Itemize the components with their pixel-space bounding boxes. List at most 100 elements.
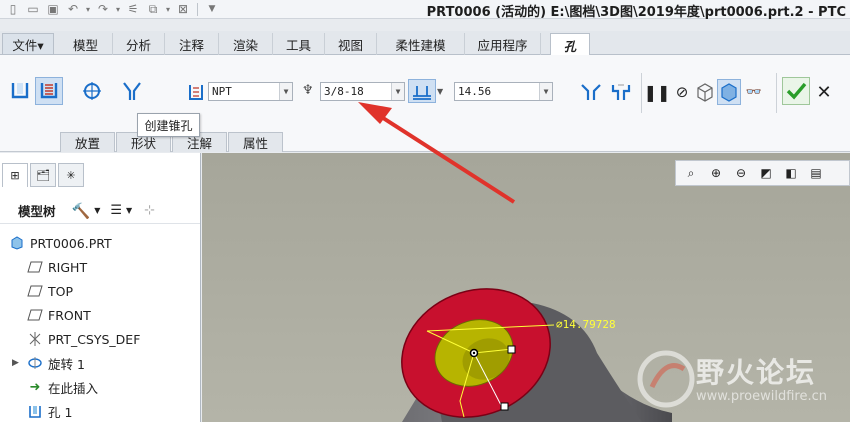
tree-item-label: FRONT (48, 307, 91, 323)
chevron-down-icon[interactable]: ▼ (94, 206, 100, 215)
tree-item-label: PRT0006.PRT (30, 235, 112, 251)
expand-arrow-icon[interactable]: ▶ (12, 358, 19, 368)
glasses-preview-button[interactable]: 👓 (742, 79, 766, 105)
windows-dropdown-icon[interactable]: ▾ (164, 1, 172, 17)
zoom-out-icon[interactable]: ⊖ (730, 162, 752, 184)
cancel-button[interactable]: ✕ (813, 79, 835, 105)
standard-hole-button[interactable] (35, 77, 63, 105)
tree-item-insert-here[interactable]: ➜ 在此插入 (0, 375, 200, 399)
simple-hole-button[interactable] (6, 77, 34, 105)
graphics-toolbar: ⌕ ⊕ ⊖ ◩ ◧ ▤ (675, 160, 850, 186)
tapered-hole-button[interactable] (118, 77, 146, 105)
datum-plane-icon (26, 259, 44, 275)
tree-item-top[interactable]: TOP (0, 279, 200, 303)
diameter-drag-handle[interactable] (507, 345, 516, 354)
counterbore-button[interactable] (608, 79, 634, 105)
tree-item-csys[interactable]: PRT_CSYS_DEF (0, 327, 200, 351)
verify-preview-button[interactable] (717, 79, 741, 105)
tab-model[interactable]: 模型 (59, 33, 113, 55)
countersink-icon (581, 84, 601, 100)
graphics-viewport[interactable]: ⌀14.79728 ⌕ ⊕ ⊖ ◩ ◧ ▤ 野火论坛 www.proewildf… (202, 153, 850, 422)
undo-icon[interactable]: ↶ (64, 1, 82, 17)
tree-item-revolve[interactable]: ▶ 旋转 1 (0, 351, 200, 375)
tree-icon: ⊞ (10, 169, 20, 182)
depth-value-input[interactable]: 14.56 ▼ (454, 82, 553, 101)
open-file-icon[interactable]: ▭ (24, 1, 42, 17)
subtab-placement[interactable]: 放置 (60, 132, 116, 152)
tree-item-label: PRT_CSYS_DEF (48, 331, 141, 347)
favorites-icon: ✳ (66, 168, 76, 182)
watermark-logo-icon (637, 350, 695, 408)
csys-icon (26, 331, 44, 347)
window-title: PRT0006 (活动的) E:\图档\3D图\2019年度\prt0006.p… (426, 5, 846, 20)
subtab-properties[interactable]: 属性 (228, 132, 284, 152)
depth-drag-handle[interactable] (500, 402, 509, 411)
tab-view[interactable]: 视图 (325, 33, 377, 55)
close-icon: ✕ (816, 81, 832, 103)
model-tree: PRT0006.PRT RIGHT TOP FRONT PRT_CSYS_DEF… (0, 231, 200, 422)
tree-item-part[interactable]: PRT0006.PRT (0, 231, 200, 255)
undo-dropdown-icon[interactable]: ▾ (84, 1, 92, 17)
redo-icon[interactable]: ↷ (94, 1, 112, 17)
confirm-button[interactable] (782, 77, 810, 105)
saved-orientations-icon[interactable]: ▤ (805, 162, 827, 184)
display-style-icon[interactable]: ◧ (780, 162, 802, 184)
regenerate-icon[interactable]: ⚟ (124, 1, 142, 17)
watermark: 野火论坛 www.proewildfire.cn (632, 347, 842, 417)
screw-size-value: 3/8-18 (324, 85, 364, 98)
close-window-icon[interactable]: ⊠ (174, 1, 192, 17)
tree-item-label: 孔 1 (48, 404, 73, 420)
ribbon-separator (641, 73, 642, 113)
depth-option-button[interactable] (408, 79, 436, 103)
refit-icon[interactable]: ⌕ (680, 162, 702, 184)
datum-plane-icon (26, 283, 44, 299)
preview-button[interactable] (694, 79, 716, 105)
standard-hole-icon (40, 83, 58, 99)
watermark-title: 野火论坛 (696, 356, 817, 389)
new-file-icon[interactable]: ▯ (4, 1, 22, 17)
show-icon[interactable]: ☰ (110, 203, 122, 218)
tab-flexible-modeling[interactable]: 柔性建模 (377, 33, 465, 55)
pause-button[interactable]: ❚❚ (644, 79, 671, 105)
tab-annotate[interactable]: 注释 (165, 33, 219, 55)
revolve-icon (26, 355, 44, 371)
tree-item-front[interactable]: FRONT (0, 303, 200, 327)
screw-size-icon: ♆ (302, 83, 314, 98)
chevron-down-icon[interactable]: ▼ (126, 206, 132, 215)
screw-size-select[interactable]: 3/8-18 ▼ (320, 82, 405, 101)
depth-option-dropdown-icon[interactable]: ▼ (437, 87, 443, 96)
model-tree-tab[interactable]: ⊞ (2, 163, 28, 187)
no-preview-button[interactable]: ⊘ (671, 79, 693, 105)
tree-item-right[interactable]: RIGHT (0, 255, 200, 279)
tab-applications[interactable]: 应用程序 (465, 33, 541, 55)
tab-analysis[interactable]: 分析 (113, 33, 165, 55)
model-tree-title: 模型树 (18, 204, 56, 219)
zoom-in-icon[interactable]: ⊕ (705, 162, 727, 184)
tab-file[interactable]: 文件▾ (2, 33, 54, 55)
save-icon[interactable]: ▣ (44, 1, 62, 17)
countersink-button[interactable] (578, 79, 604, 105)
folder-browser-tab[interactable]: 🗂 (30, 163, 56, 187)
customize-toolbar-icon[interactable]: ▼ (203, 1, 221, 17)
tapped-hole-button[interactable] (78, 77, 106, 105)
tab-render[interactable]: 渲染 (219, 33, 273, 55)
repaint-icon[interactable]: ◩ (755, 162, 777, 184)
thread-standard-select[interactable]: NPT ▼ (208, 82, 293, 101)
diameter-dimension[interactable]: ⌀14.79728 (556, 318, 616, 331)
navigator-tabs: ⊞ 🗂 ✳ (0, 163, 84, 187)
thread-standard-value: NPT (212, 85, 232, 98)
tab-hole[interactable]: 孔 (550, 33, 590, 56)
tap-icon (83, 82, 101, 100)
redo-dropdown-icon[interactable]: ▾ (114, 1, 122, 17)
tree-settings-icon[interactable]: 🔨 (72, 202, 91, 220)
tree-filter-icon[interactable]: ⊹ (144, 203, 155, 218)
depth-blind-icon (413, 86, 431, 100)
tree-item-hole[interactable]: 孔 1 (0, 399, 200, 422)
verify-preview-icon (721, 83, 737, 102)
thread-standard-icon (187, 83, 205, 101)
part-icon (8, 235, 26, 251)
glasses-icon: 👓 (745, 84, 763, 100)
tab-tools[interactable]: 工具 (273, 33, 325, 55)
favorites-tab[interactable]: ✳ (58, 163, 84, 187)
windows-icon[interactable]: ⧉ (144, 1, 162, 17)
